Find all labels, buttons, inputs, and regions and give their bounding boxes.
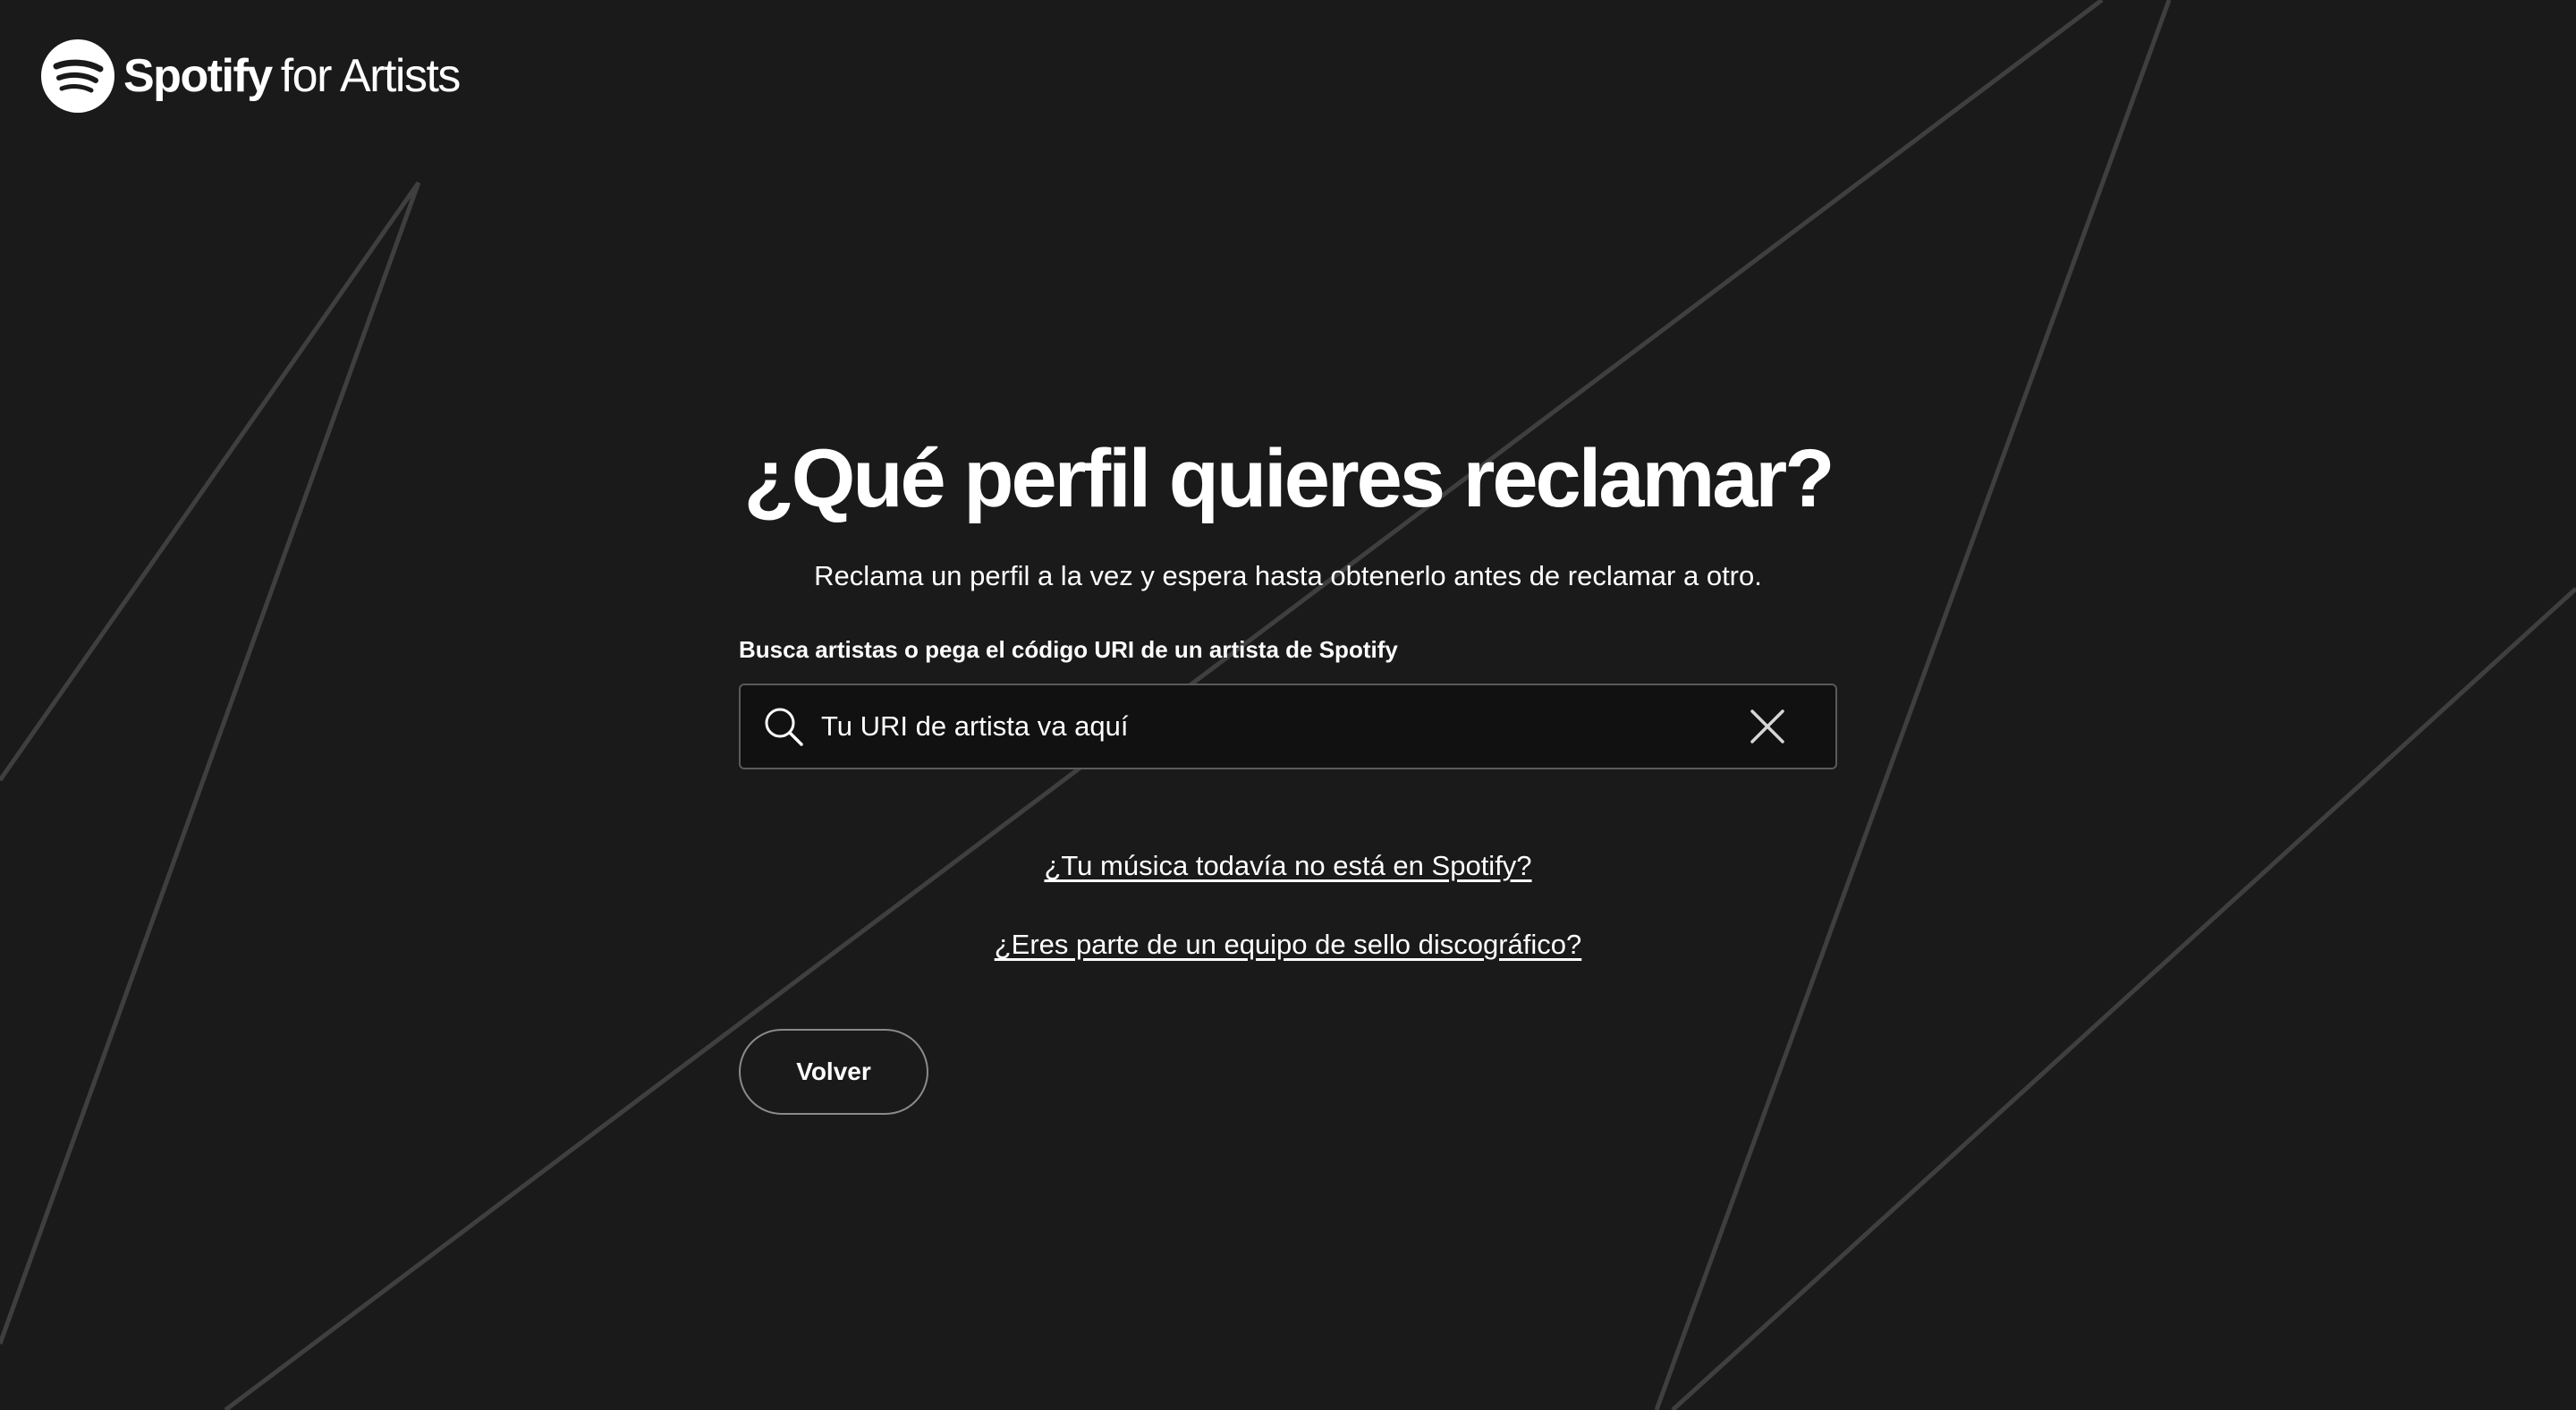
spotify-for-artists-logo[interactable]: Spotify for Artists xyxy=(41,39,462,113)
help-link-row: ¿Tu música todavía no está en Spotify? xyxy=(739,846,1837,886)
label-team-link[interactable]: ¿Eres parte de un equipo de sello discog… xyxy=(995,925,1582,964)
logo-brand-name: Spotify xyxy=(123,50,273,102)
logo-wordmark: Spotify for Artists xyxy=(123,49,462,103)
claim-profile-form: ¿Qué perfil quieres reclamar? Reclama un… xyxy=(739,420,1837,1115)
back-button[interactable]: Volver xyxy=(739,1029,928,1115)
page-title: ¿Qué perfil quieres reclamar? xyxy=(743,433,1835,524)
help-links: ¿Tu música todavía no está en Spotify? ¿… xyxy=(739,846,1837,964)
clear-search-button[interactable] xyxy=(1741,700,1794,753)
close-icon xyxy=(1750,709,1784,743)
page-subtitle: Reclama un perfil a la vez y espera hast… xyxy=(814,560,1762,591)
artist-uri-input[interactable] xyxy=(821,700,1741,753)
search-label: Busca artistas o pega el código URI de u… xyxy=(739,636,1398,663)
spotify-logo-icon xyxy=(41,39,114,113)
music-not-on-spotify-link[interactable]: ¿Tu música todavía no está en Spotify? xyxy=(1044,846,1531,886)
page: Spotify for Artists ¿Qué perfil quieres … xyxy=(0,0,2576,1410)
search-icon xyxy=(765,708,803,746)
logo-brand-suffix: for Artists xyxy=(280,50,462,102)
help-link-row: ¿Eres parte de un equipo de sello discog… xyxy=(739,925,1837,964)
search-field xyxy=(739,684,1837,769)
